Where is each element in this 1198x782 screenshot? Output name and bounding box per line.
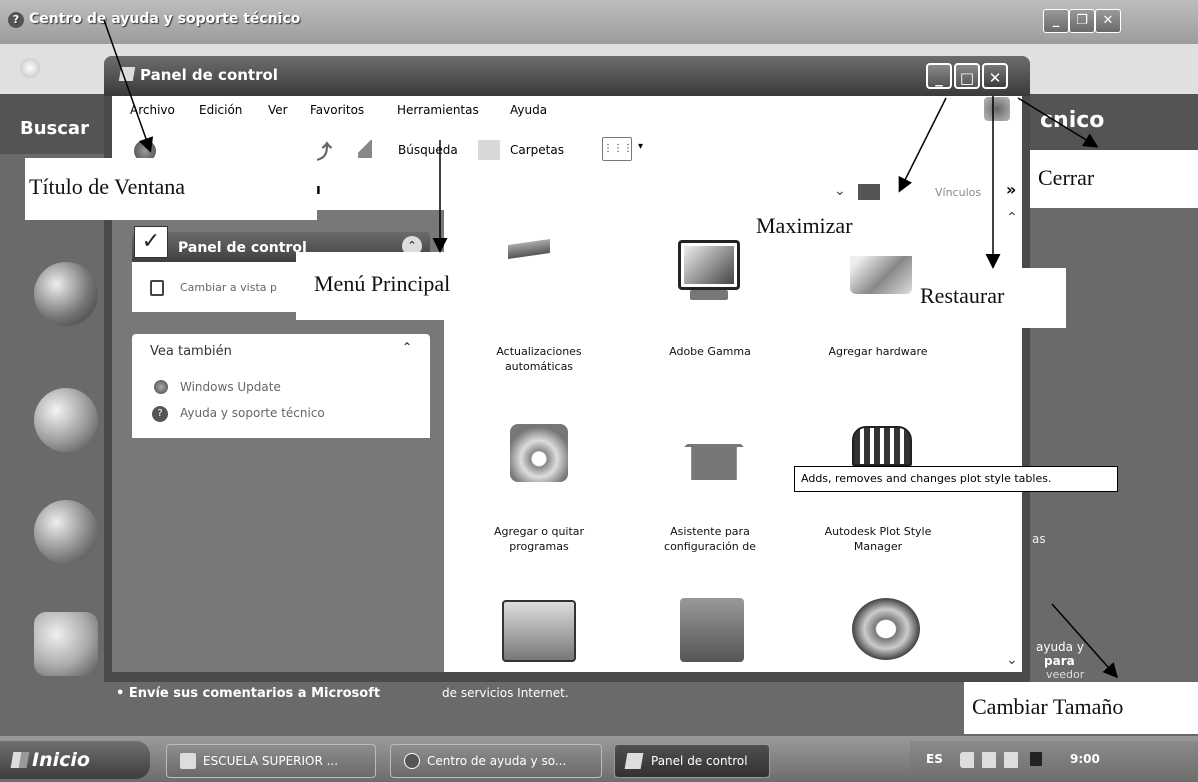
control-panel-icon (624, 753, 644, 769)
help-icon (404, 753, 420, 769)
task-help-center[interactable]: Centro de ayuda y so... (390, 744, 602, 778)
arrow-window-title (103, 19, 154, 153)
task-escuela[interactable]: ESCUELA SUPERIOR ... (166, 744, 376, 778)
annotation-arrows (103, 19, 1118, 679)
windows-flag-icon[interactable] (10, 752, 30, 768)
system-tray (910, 741, 1198, 779)
language-indicator[interactable]: ES (926, 752, 943, 766)
arrow-resize (1051, 603, 1118, 679)
tray-icons[interactable] (960, 752, 1024, 768)
network-icon[interactable] (1030, 752, 1042, 766)
clock[interactable]: 9:00 (1070, 752, 1100, 766)
arrow-close (1017, 97, 1099, 148)
arrow-maximize (898, 97, 947, 193)
document-icon (180, 753, 196, 769)
